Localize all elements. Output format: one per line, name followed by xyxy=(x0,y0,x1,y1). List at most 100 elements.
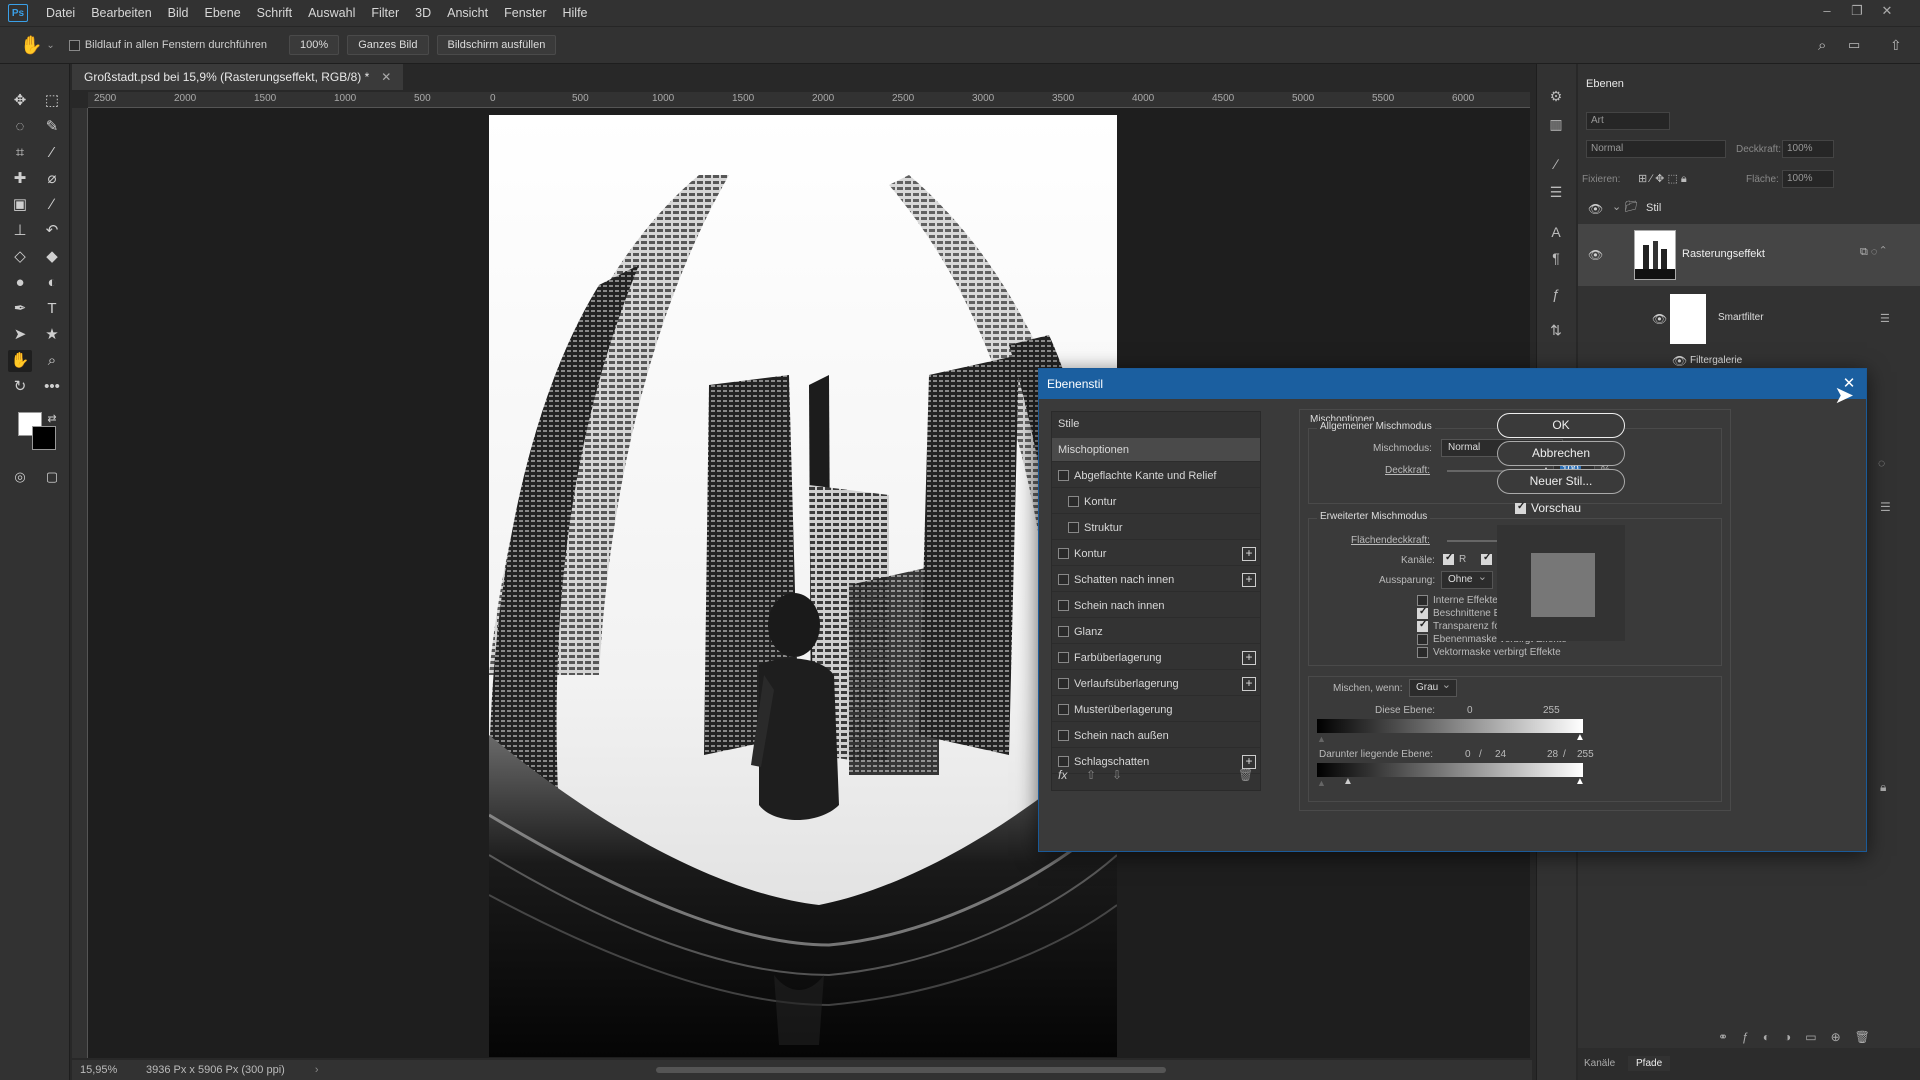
add-effect-icon[interactable]: + xyxy=(1242,573,1256,587)
menu-ebene[interactable]: Ebene xyxy=(197,6,249,20)
style-item[interactable]: Verlaufsüberlagerung + xyxy=(1052,672,1260,696)
visibility-eye-icon[interactable]: 👁︎ xyxy=(1652,312,1667,326)
document-tab[interactable]: Großstadt.psd bei 15,9% (Rasterungseffek… xyxy=(72,64,404,90)
history-brush-tool-icon[interactable]: ↶ xyxy=(40,220,64,242)
style-checkbox[interactable] xyxy=(1058,600,1069,611)
underlying-split-slider[interactable]: ▲ xyxy=(1343,776,1353,787)
option-checkbox-box[interactable] xyxy=(1417,595,1428,606)
histogram-icon[interactable]: ▥ xyxy=(1545,116,1567,136)
move-up-icon[interactable]: ⇧ xyxy=(1086,768,1096,782)
menu-ansicht[interactable]: Ansicht xyxy=(439,6,496,20)
workspace-icon[interactable]: ▭ xyxy=(1848,37,1860,53)
tab-kanaele[interactable]: Kanäle xyxy=(1584,1058,1615,1069)
add-effect-icon[interactable]: + xyxy=(1242,651,1256,665)
search-icon[interactable]: ⌕ xyxy=(1818,37,1826,54)
style-checkbox[interactable] xyxy=(1058,704,1069,715)
style-item[interactable]: Schein nach innen xyxy=(1052,594,1260,618)
menu-datei[interactable]: Datei xyxy=(38,6,83,20)
zoom-tool-icon[interactable]: ⌕ xyxy=(40,350,64,372)
layer-extra-icon[interactable]: ◌ xyxy=(1878,456,1885,470)
learn-panel-icon[interactable]: ⚙ xyxy=(1545,88,1567,108)
option-checkbox-box[interactable] xyxy=(1417,606,1428,619)
preview-checkbox[interactable]: Vorschau xyxy=(1515,501,1581,515)
status-arrow-icon[interactable]: › xyxy=(315,1064,319,1076)
tab-ebenen[interactable]: Ebenen xyxy=(1586,78,1624,90)
menu-bearbeiten[interactable]: Bearbeiten xyxy=(83,6,159,20)
path-selection-tool-icon[interactable]: ➤ xyxy=(8,324,32,346)
frame-tool-icon[interactable]: ▣ xyxy=(8,194,32,216)
move-down-icon[interactable]: ⇩ xyxy=(1112,768,1122,782)
dialog-title-bar[interactable]: Ebenenstil xyxy=(1039,369,1866,399)
style-checkbox[interactable] xyxy=(1058,574,1069,585)
rotate-view-tool-icon[interactable]: ↻ xyxy=(8,376,32,398)
option-checkbox-box[interactable] xyxy=(1417,647,1428,658)
properties-icon[interactable]: ⇅ xyxy=(1545,322,1567,342)
style-item[interactable]: Kontur xyxy=(1052,490,1260,514)
document-info[interactable]: 3936 Px x 5906 Px (300 ppi) xyxy=(146,1064,285,1076)
layer-extra-options-icon[interactable]: ☰ xyxy=(1880,500,1891,514)
style-item[interactable]: Struktur xyxy=(1052,516,1260,540)
styles-header[interactable]: Stile xyxy=(1052,412,1260,436)
layer-opacity-input[interactable]: 100% xyxy=(1782,140,1834,158)
swap-colors-icon[interactable]: ⇄ xyxy=(40,408,64,430)
hand-tool-icon[interactable]: ✋ xyxy=(20,35,42,56)
hand-tool-icon[interactable]: ✋ xyxy=(8,350,32,372)
layer-fill-input[interactable]: 100% xyxy=(1782,170,1834,188)
document-image[interactable] xyxy=(489,115,1117,1057)
add-effect-icon[interactable]: + xyxy=(1242,677,1256,691)
channel-r-checkbox[interactable]: R xyxy=(1443,552,1466,565)
style-item[interactable]: Mischoptionen xyxy=(1052,438,1260,462)
fill-screen-button[interactable]: Bildschirm ausfüllen xyxy=(436,35,557,55)
menu-3d[interactable]: 3D xyxy=(407,6,439,20)
paragraph-panel-icon[interactable]: ¶ xyxy=(1545,250,1567,270)
layer-actions-icons[interactable]: ⚭ƒ◐◑▭⊕🗑︎ xyxy=(1718,1030,1884,1044)
zoom-readout[interactable]: 15,95% xyxy=(80,1064,130,1076)
healing-brush-tool-icon[interactable]: ⌀ xyxy=(40,168,64,190)
add-effect-icon[interactable]: + xyxy=(1242,547,1256,561)
option-checkbox-box[interactable] xyxy=(1417,634,1428,645)
style-item[interactable]: Kontur + xyxy=(1052,542,1260,566)
move-tool-icon[interactable]: ✥ xyxy=(8,90,32,112)
advanced-option-checkbox[interactable]: Vektormaske verbirgt Effekte xyxy=(1417,647,1561,658)
style-checkbox[interactable] xyxy=(1058,756,1069,767)
smart-object-icon[interactable]: ⧉ ◌ ⌃ xyxy=(1860,246,1886,259)
close-window-icon[interactable]: ✕ xyxy=(1878,3,1896,21)
visibility-eye-icon[interactable]: 👁︎ xyxy=(1588,202,1603,216)
fx-icon[interactable]: fx xyxy=(1058,768,1067,782)
eraser-tool-icon[interactable]: ◇ xyxy=(8,246,32,268)
layer-filter-input[interactable]: Art xyxy=(1586,112,1670,130)
visibility-eye-icon[interactable]: 👁︎ xyxy=(1672,354,1687,368)
style-item[interactable]: Schein nach außen xyxy=(1052,724,1260,748)
style-checkbox[interactable] xyxy=(1058,652,1069,663)
menu-fenster[interactable]: Fenster xyxy=(496,6,554,20)
layer-group-row[interactable]: 👁︎ ⌄ 📁︎ Stil xyxy=(1578,194,1920,224)
underlying-white-slider[interactable]: ▲ xyxy=(1575,776,1585,787)
menu-bild[interactable]: Bild xyxy=(160,6,197,20)
style-checkbox[interactable] xyxy=(1058,626,1069,637)
blend-if-select[interactable]: Grau xyxy=(1409,677,1457,697)
type-tool-icon[interactable]: T xyxy=(40,298,64,320)
style-item[interactable]: Farbüberlagerung + xyxy=(1052,646,1260,670)
tool-preset-chevron-icon[interactable]: ⌄ xyxy=(46,40,54,51)
menu-auswahl[interactable]: Auswahl xyxy=(300,6,363,20)
cancel-button[interactable]: Abbrechen xyxy=(1497,441,1625,466)
style-item[interactable]: Schlagschatten + xyxy=(1052,750,1260,774)
style-checkbox[interactable] xyxy=(1058,548,1069,559)
option-checkbox-box[interactable] xyxy=(1417,619,1428,632)
style-item[interactable]: Schatten nach innen + xyxy=(1052,568,1260,592)
eyedropper-tool-icon[interactable]: ⁄ xyxy=(40,142,64,164)
delete-effect-icon[interactable]: 🗑︎ xyxy=(1238,768,1253,782)
horizontal-scrollbar[interactable] xyxy=(656,1067,1166,1073)
ok-button[interactable]: OK xyxy=(1497,413,1625,438)
add-effect-icon[interactable]: + xyxy=(1242,755,1256,769)
paint-bucket-tool-icon[interactable]: ◆ xyxy=(40,246,64,268)
screen-mode-icon[interactable]: ▢ xyxy=(40,466,64,488)
marquee-tool-icon[interactable]: ⬚ xyxy=(40,90,64,112)
quick-selection-tool-icon[interactable]: ✎ xyxy=(40,116,64,138)
minimize-icon[interactable]: – xyxy=(1818,3,1836,21)
menu-hilfe[interactable]: Hilfe xyxy=(555,6,596,20)
underlying-black-slider[interactable]: ▲ xyxy=(1317,778,1326,788)
dodge-tool-icon[interactable]: ◐ xyxy=(40,272,64,294)
share-icon[interactable]: ⇧ xyxy=(1890,37,1902,54)
clone-stamp-tool-icon[interactable]: ⊥ xyxy=(8,220,32,242)
